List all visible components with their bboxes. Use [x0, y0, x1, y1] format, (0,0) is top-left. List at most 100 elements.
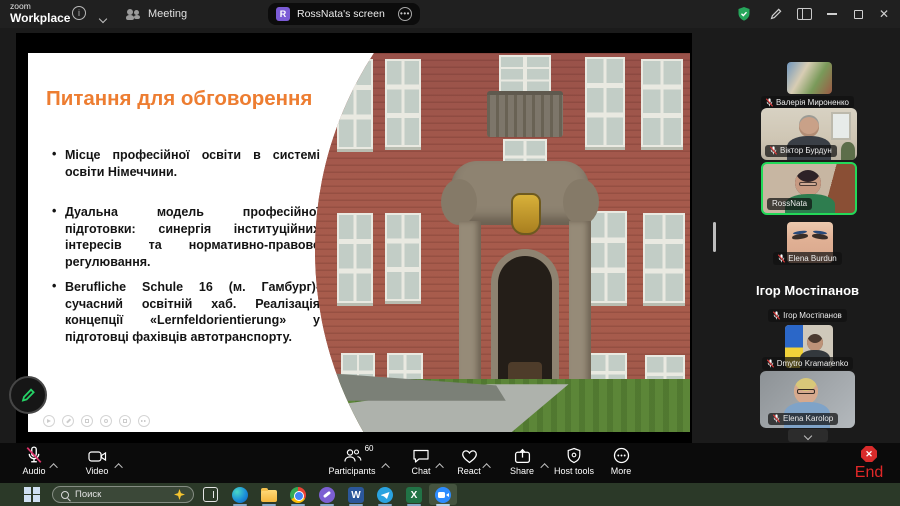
play-icon[interactable]: [43, 415, 55, 427]
hamburg-emblem: [511, 193, 541, 235]
tab-rossnata-screen[interactable]: R RossNata's screen •••: [268, 3, 420, 25]
glasses: [797, 389, 815, 394]
participant-name: Віктор Бурдун: [780, 146, 832, 155]
camera-icon: [88, 446, 107, 464]
chat-icon: [412, 446, 430, 464]
chat-label: Chat: [411, 466, 430, 476]
brand-workplace: Workplace: [10, 12, 70, 24]
more-options-icon[interactable]: [138, 415, 150, 427]
participant-label-row: Ігор Мостіпанов: [740, 309, 875, 322]
participants-count: 60: [365, 444, 374, 453]
file-explorer-icon[interactable]: [261, 487, 277, 503]
audio-options-chevron[interactable]: [52, 456, 58, 474]
host-tools-label: Host tools: [554, 466, 594, 476]
participant-tile-karolop[interactable]: Elena Karolop: [760, 371, 855, 428]
participant-name: RossNata: [772, 199, 807, 208]
start-button[interactable]: [24, 487, 40, 503]
running-indicator: [436, 504, 450, 506]
scroll-more-participants-button[interactable]: [788, 429, 828, 442]
telegram-icon[interactable]: [377, 487, 393, 503]
annotate-pencil-icon[interactable]: [764, 0, 788, 28]
word-icon[interactable]: W: [348, 487, 364, 503]
participants-scrollbar[interactable]: [713, 222, 716, 252]
running-indicator: [378, 504, 392, 506]
show-all-slides-icon[interactable]: [81, 415, 93, 427]
running-indicator: [291, 504, 305, 506]
zoom-workplace-window: zoom Workplace i Meeting R RossNata's sc…: [0, 0, 900, 506]
building-window: [641, 59, 683, 147]
shield-check-icon: [736, 6, 752, 22]
participant-tile-valeria[interactable]: [787, 62, 832, 94]
task-view-button[interactable]: [203, 487, 218, 502]
end-meeting-button[interactable]: ✕ End: [844, 446, 894, 482]
shared-screen-region: Питання для обговорення Місце професійно…: [16, 33, 692, 443]
slide-bullet-3: Berufliche Schule 16 (м. Гамбург)- сучас…: [42, 279, 320, 346]
participant-name: Валерія Мироненко: [776, 98, 849, 107]
react-label: React: [457, 466, 481, 476]
end-label: End: [855, 464, 883, 482]
mic-muted-icon: [26, 446, 42, 464]
video-options-chevron[interactable]: [117, 456, 123, 474]
participant-name: Elena Karolop: [783, 414, 833, 423]
plant: [841, 142, 855, 160]
tab-options-icon[interactable]: •••: [398, 7, 412, 21]
slide-bullet-1: Місце професійної освіти в системі освіт…: [42, 147, 320, 180]
meeting-people-icon: [126, 9, 141, 20]
participant-tile-rossnata-active-speaker[interactable]: RossNata: [761, 162, 857, 215]
running-indicator: [349, 504, 363, 506]
meeting-tab-label: Meeting: [148, 8, 187, 20]
participant-name-pill: Dmytro Kramarenko: [762, 357, 854, 370]
participants-options-chevron[interactable]: [384, 456, 390, 474]
react-options-chevron[interactable]: [485, 456, 491, 474]
muted-mic-icon: [773, 311, 780, 320]
zoom-app-icon[interactable]: [435, 487, 451, 503]
black-screen-icon[interactable]: [119, 415, 131, 427]
viber-icon[interactable]: [319, 487, 335, 503]
share-label: Share: [510, 466, 534, 476]
pen-icon[interactable]: [62, 415, 74, 427]
participant-tile-ihor-video-off[interactable]: Ігор Мостіпанов: [730, 283, 885, 298]
close-button[interactable]: ✕: [872, 0, 896, 28]
building-window: [385, 213, 421, 301]
windows-taskbar: Поиск W X: [0, 483, 900, 506]
participant-label-row: Валерія Мироненко: [740, 96, 875, 109]
zoom-workplace-logo: zoom Workplace: [10, 2, 70, 24]
more-button[interactable]: More: [592, 446, 650, 476]
security-shield-icon[interactable]: [732, 0, 756, 28]
building-window: [499, 55, 551, 95]
participant-tile-viktor[interactable]: Віктор Бурдун: [761, 108, 857, 160]
participant-label-row: Elena Burdun: [740, 252, 875, 265]
taskbar-search[interactable]: Поиск: [52, 486, 194, 503]
chevron-down-icon[interactable]: [100, 9, 106, 27]
gallery-icon: [797, 8, 812, 20]
room-window: [831, 112, 851, 140]
muted-mic-icon: [766, 98, 773, 107]
minimize-button[interactable]: [820, 0, 844, 28]
video-label: Video: [86, 466, 109, 476]
running-indicator: [407, 504, 421, 506]
building-window: [385, 59, 421, 147]
building-window: [337, 213, 373, 303]
edge-browser-icon[interactable]: [232, 487, 248, 503]
window-titlebar: zoom Workplace i Meeting R RossNata's sc…: [0, 0, 900, 28]
muted-mic-icon: [773, 414, 780, 423]
building-photo: [285, 53, 690, 432]
heart-icon: [461, 446, 478, 464]
view-layout-icon[interactable]: [792, 0, 816, 28]
running-indicator: [320, 504, 334, 506]
excel-icon[interactable]: X: [406, 487, 422, 503]
presenter-controls: [43, 415, 150, 427]
maximize-button[interactable]: [846, 0, 870, 28]
slide-title: Питання для обговорення: [46, 87, 346, 111]
more-label: More: [611, 466, 632, 476]
chrome-icon[interactable]: [290, 487, 306, 503]
participants-button[interactable]: 60 Participants: [323, 446, 381, 476]
annotation-pencil-button[interactable]: [9, 376, 47, 414]
info-icon[interactable]: i: [72, 6, 86, 20]
participant-name-pill: Віктор Бурдун: [765, 145, 837, 158]
zoom-slide-icon[interactable]: [100, 415, 112, 427]
person-head: [799, 117, 819, 137]
tab-meeting[interactable]: Meeting: [126, 0, 187, 28]
participant-name-pill: Валерія Мироненко: [761, 96, 854, 109]
participant-name-pill: Elena Burdun: [773, 252, 841, 265]
